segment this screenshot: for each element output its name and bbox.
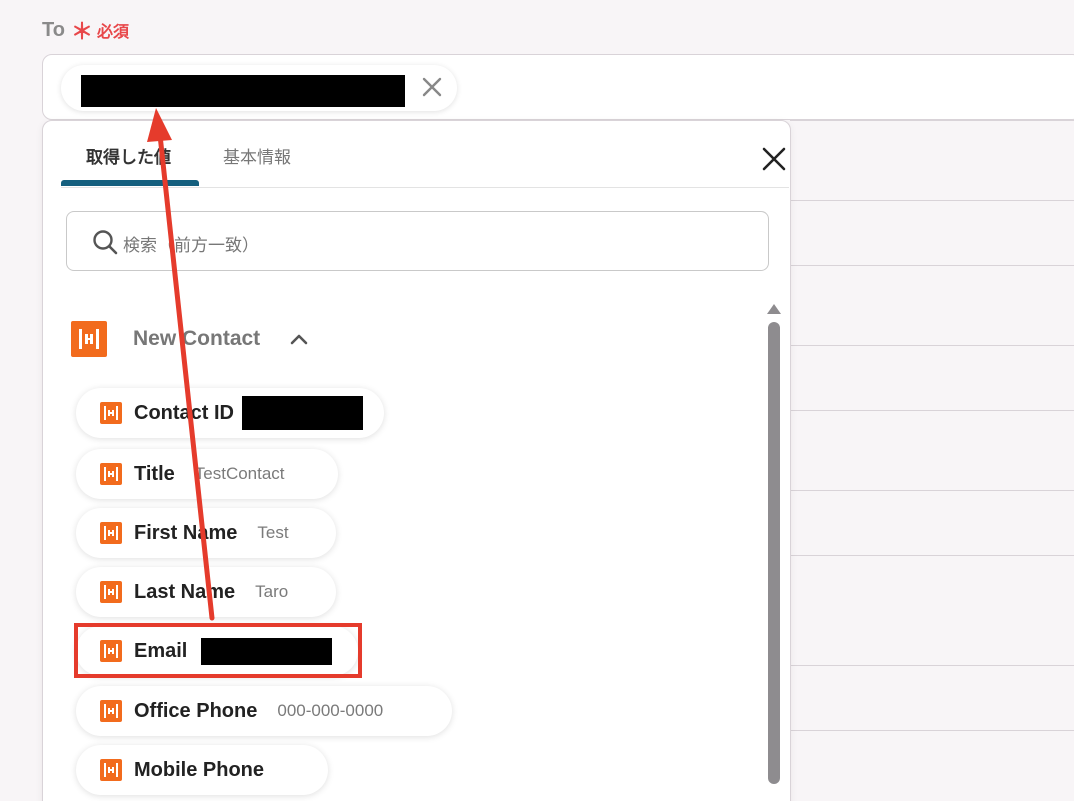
scroll-up-arrow-icon[interactable] — [766, 303, 782, 315]
app-logo-icon — [100, 402, 122, 424]
item-label: Contact ID — [134, 401, 234, 424]
to-field-label: To ＊ 必須 — [42, 14, 129, 46]
list-item-email[interactable]: Email — [76, 626, 358, 676]
close-icon[interactable] — [761, 146, 787, 172]
scrollbar-thumb[interactable] — [768, 322, 780, 784]
item-label: Email — [134, 639, 188, 662]
group-header-new-contact[interactable]: New Contact — [71, 321, 371, 357]
item-value: 000-000-0000 — [277, 701, 384, 720]
list-item-office-phone[interactable]: Office Phone 000-000-0000 — [76, 686, 452, 736]
item-label: Title — [134, 462, 175, 485]
app-logo-icon — [100, 463, 122, 485]
required-asterisk: ＊ — [70, 19, 93, 44]
redacted-value — [201, 637, 333, 665]
background-form-rows — [790, 120, 1074, 801]
close-icon[interactable] — [419, 74, 445, 100]
item-label: First Name — [134, 521, 238, 544]
item-value: Taro — [255, 582, 289, 601]
search-placeholder: 検索（前方一致） — [123, 236, 259, 256]
value-picker-dropdown: 取得した値 基本情報 検索（前方一致） New Contact Contact … — [42, 120, 791, 801]
recipient-chip[interactable] — [61, 65, 457, 111]
field-label-text: To — [42, 18, 65, 41]
redacted-value — [242, 396, 363, 430]
item-value: Test — [257, 523, 289, 542]
app-logo-icon — [100, 700, 122, 722]
to-input[interactable] — [42, 54, 1074, 120]
list-item-mobile-phone[interactable]: Mobile Phone — [76, 745, 328, 795]
list-item-last-name[interactable]: Last Name Taro — [76, 567, 336, 617]
list-item-title[interactable]: Title TestContact — [76, 449, 338, 499]
app-logo-icon — [100, 581, 122, 603]
redacted-value — [81, 75, 405, 107]
app-logo-icon — [100, 522, 122, 544]
item-label: Mobile Phone — [134, 758, 264, 781]
required-badge: 必須 — [96, 22, 129, 41]
tab-basic-info[interactable]: 基本情報 — [223, 143, 291, 168]
search-icon — [93, 230, 118, 255]
list-item-first-name[interactable]: First Name Test — [76, 508, 336, 558]
item-label: Last Name — [134, 580, 236, 603]
chevron-up-icon[interactable] — [289, 331, 309, 347]
app-logo-icon — [100, 640, 122, 662]
item-label: Office Phone — [134, 699, 258, 722]
active-tab-indicator — [61, 180, 199, 186]
list-item-contact-id[interactable]: Contact ID — [76, 388, 384, 438]
app-logo-icon — [71, 321, 107, 357]
item-value: TestContact — [194, 464, 285, 483]
tab-retrieved-values[interactable]: 取得した値 — [86, 143, 171, 168]
group-title: New Contact — [133, 327, 261, 350]
app-logo-icon — [100, 759, 122, 781]
picker-tabs: 取得した値 基本情報 — [61, 121, 789, 188]
search-input[interactable]: 検索（前方一致） — [66, 211, 769, 271]
